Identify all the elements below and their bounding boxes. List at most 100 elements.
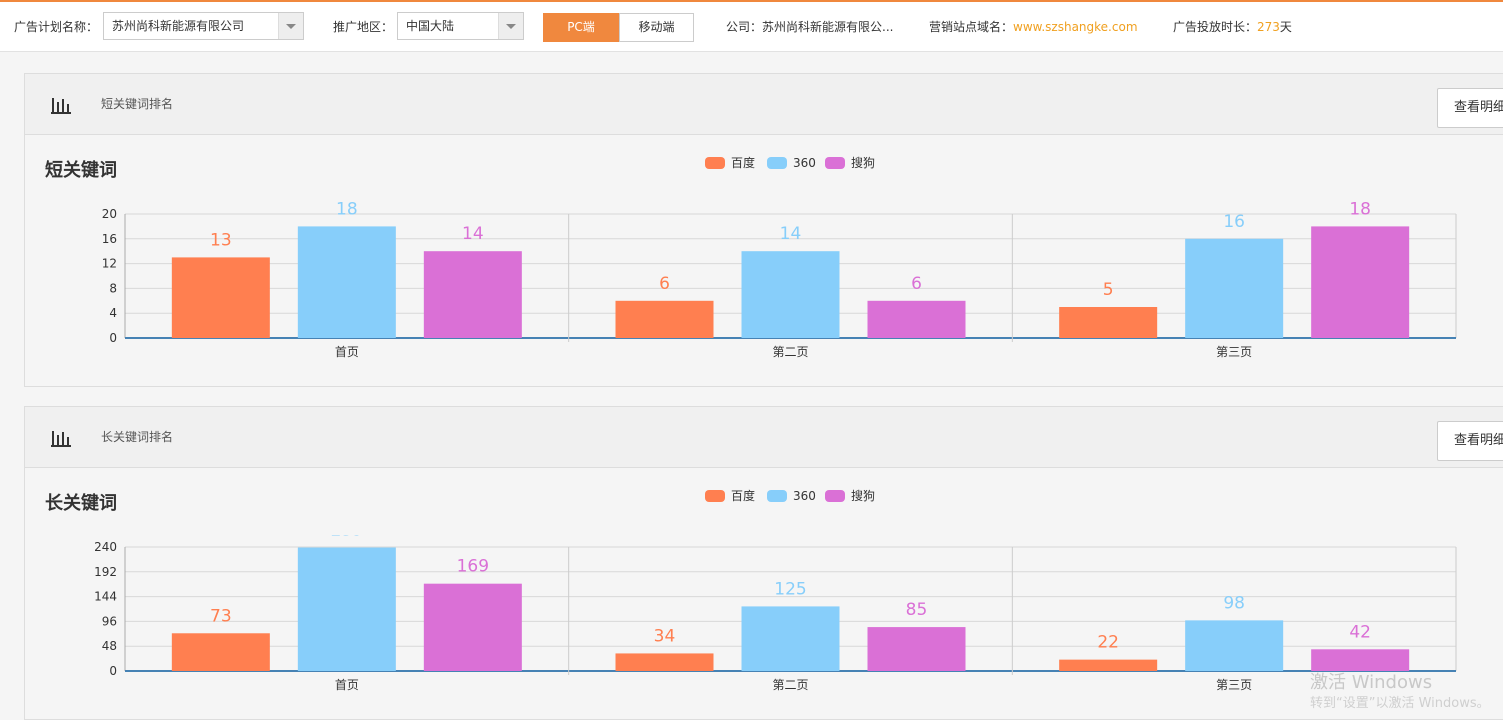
data-label: 18 [336, 202, 358, 219]
plan-label: 广告计划名称： [14, 20, 99, 34]
panel-header: 长关键词排名 查看明细 [25, 407, 1503, 468]
tab-pc[interactable]: PC端 [543, 13, 619, 42]
y-tick-label: 48 [102, 639, 117, 653]
short-keyword-panel: 短关键词排名 查看明细 短关键词 百度 360 搜狗 0 4 8 12 16 20 13 18 14… [24, 73, 1503, 387]
x-tick-label: 第二页 [772, 345, 808, 359]
view-detail-button[interactable]: 查看明细 [1437, 88, 1503, 128]
y-tick-label: 16 [102, 232, 117, 246]
domain-label: 营销站点域名： [929, 20, 1014, 34]
domain-link[interactable]: www.szshangke.com [1013, 20, 1138, 34]
data-label: 6 [911, 274, 922, 294]
bar-chart: 0 48 96 144 192 240 73 239 169 首页 34 125 85 第二页 22 98 42… [94, 535, 1457, 692]
x-tick-label: 第三页 [1216, 678, 1252, 692]
legend-label: 搜狗 [851, 489, 876, 503]
bar [423, 583, 522, 671]
bar [1059, 659, 1158, 671]
bar [423, 251, 522, 338]
legend-label: 百度 [731, 156, 756, 170]
data-label: 239 [331, 535, 363, 541]
data-label: 42 [1349, 622, 1371, 642]
legend-swatch [705, 157, 725, 169]
bar [297, 547, 396, 671]
bar [741, 606, 840, 671]
data-label: 18 [1349, 202, 1371, 219]
x-tick-label: 首页 [335, 345, 359, 359]
data-label: 6 [659, 274, 670, 294]
legend-label: 百度 [731, 489, 756, 503]
bar [1185, 238, 1284, 338]
bar [1185, 620, 1284, 671]
chevron-down-icon [278, 13, 303, 39]
duration-label: 广告投放时长： [1173, 20, 1258, 34]
duration-value: 273 [1257, 20, 1280, 34]
data-label: 22 [1097, 633, 1119, 653]
legend-label: 搜狗 [851, 156, 876, 170]
company-info: 公司：苏州尚科新能源有限公... [726, 2, 893, 52]
data-label: 169 [457, 557, 489, 577]
chart-title: 长关键词 [45, 493, 117, 514]
y-tick-label: 12 [102, 257, 117, 271]
chevron-down-icon [498, 13, 523, 39]
y-tick-label: 20 [102, 207, 117, 221]
region-select[interactable]: 中国大陆 [397, 12, 524, 40]
x-tick-label: 第三页 [1216, 345, 1252, 359]
legend-swatch [825, 490, 845, 502]
bar [867, 627, 966, 671]
legend-swatch [705, 490, 725, 502]
chart-title: 短关键词 [45, 160, 117, 181]
y-tick-label: 0 [109, 664, 117, 678]
y-tick-label: 96 [102, 614, 117, 628]
tab-mobile[interactable]: 移动端 [619, 13, 694, 42]
data-label: 85 [906, 600, 928, 620]
legend-label: 360 [793, 489, 816, 503]
long-keyword-panel: 长关键词排名 查看明细 长关键词 百度 360 搜狗 0 48 96 144 192 240 7… [24, 406, 1503, 720]
company-label: 公司： [726, 20, 763, 34]
plan-select[interactable]: 苏州尚科新能源有限公司 [103, 12, 304, 40]
y-tick-label: 0 [109, 331, 117, 345]
bar-chart-icon [51, 431, 71, 447]
bar [867, 300, 966, 338]
data-label: 73 [210, 606, 232, 626]
bar [1059, 307, 1158, 338]
bar [615, 300, 714, 338]
windows-activation-watermark: 激活 Windows [1310, 672, 1433, 693]
bar [1311, 226, 1410, 338]
region-select-value: 中国大陆 [406, 19, 455, 33]
duration-info: 广告投放时长：273天 [1173, 2, 1292, 52]
bar [171, 633, 270, 671]
data-label: 16 [1223, 212, 1245, 232]
bar [615, 653, 714, 671]
y-tick-label: 144 [94, 590, 117, 604]
panel-header: 短关键词排名 查看明细 [25, 74, 1503, 135]
data-label: 14 [462, 224, 484, 244]
bar [741, 251, 840, 338]
legend-swatch [767, 490, 787, 502]
y-tick-label: 8 [109, 281, 117, 295]
x-tick-label: 首页 [335, 678, 359, 692]
data-label: 5 [1103, 280, 1114, 300]
data-label: 125 [774, 579, 806, 599]
bar [297, 226, 396, 338]
data-label: 34 [654, 626, 676, 646]
data-label: 13 [210, 230, 232, 250]
legend-swatch [767, 157, 787, 169]
panel-title: 长关键词排名 [101, 430, 174, 444]
data-label: 14 [780, 224, 802, 244]
duration-unit: 天 [1279, 20, 1292, 34]
region-label: 推广地区： [333, 20, 394, 34]
y-tick-label: 192 [94, 565, 117, 579]
data-label: 98 [1223, 593, 1245, 613]
legend-swatch [825, 157, 845, 169]
legend-label: 360 [793, 156, 816, 170]
y-tick-label: 240 [94, 540, 117, 554]
x-tick-label: 第二页 [772, 678, 808, 692]
y-tick-label: 4 [109, 306, 117, 320]
bar-chart: 0 4 8 12 16 20 13 18 14 首页 6 14 6 第二页 5 16 18 第三页 [102, 202, 1457, 359]
company-value: 苏州尚科新能源有限公... [762, 20, 894, 34]
panel-title: 短关键词排名 [101, 97, 174, 111]
bar-chart-icon [51, 98, 71, 114]
view-detail-button[interactable]: 查看明细 [1437, 421, 1503, 461]
domain-info: 营销站点域名：www.szshangke.com [929, 2, 1138, 52]
bar [171, 257, 270, 338]
plan-select-value: 苏州尚科新能源有限公司 [112, 19, 245, 33]
